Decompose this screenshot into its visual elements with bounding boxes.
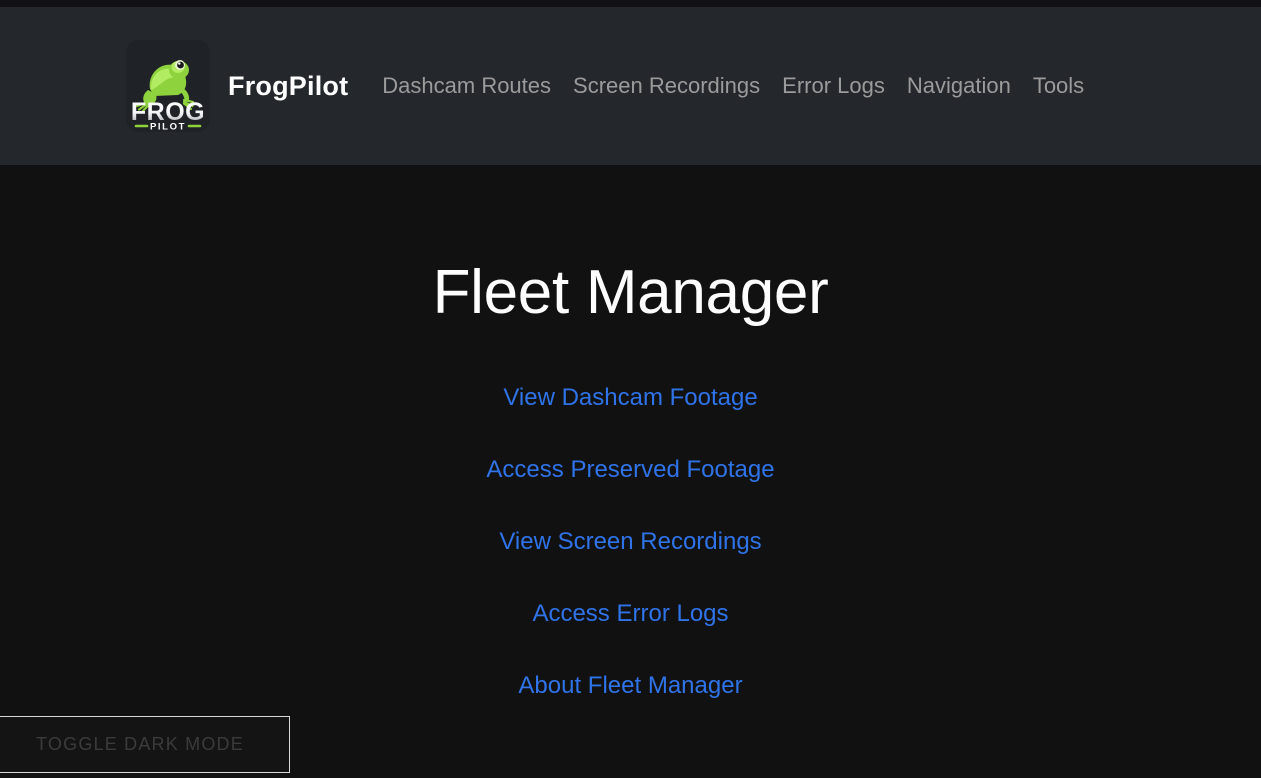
- site-header: FROG PILOT FrogPilot Dashcam Routes Scre…: [0, 7, 1261, 165]
- link-view-dashcam-footage[interactable]: View Dashcam Footage: [503, 386, 757, 410]
- page-title: Fleet Manager: [432, 258, 829, 327]
- window-top-strip: [0, 0, 1261, 7]
- main-link-list: View Dashcam Footage Access Preserved Fo…: [0, 386, 1261, 698]
- link-view-screen-recordings[interactable]: View Screen Recordings: [499, 530, 761, 554]
- link-access-preserved-footage[interactable]: Access Preserved Footage: [486, 458, 774, 482]
- brand-name: FrogPilot: [228, 70, 349, 101]
- link-access-error-logs[interactable]: Access Error Logs: [532, 602, 728, 626]
- link-about-fleet-manager[interactable]: About Fleet Manager: [518, 674, 742, 698]
- brand[interactable]: FROG PILOT FrogPilot: [126, 40, 348, 132]
- main-content: Fleet Manager View Dashcam Footage Acces…: [0, 165, 1261, 778]
- nav-link-navigation[interactable]: Navigation: [907, 75, 1011, 97]
- nav-link-error-logs[interactable]: Error Logs: [782, 75, 885, 97]
- svg-text:PILOT: PILOT: [150, 122, 186, 133]
- nav-link-tools[interactable]: Tools: [1033, 75, 1084, 97]
- nav-link-dashcam-routes[interactable]: Dashcam Routes: [382, 75, 551, 97]
- frogpilot-logo-icon: FROG PILOT: [126, 40, 210, 132]
- nav-link-screen-recordings[interactable]: Screen Recordings: [573, 75, 760, 97]
- toggle-dark-mode-button[interactable]: Toggle Dark Mode: [0, 716, 290, 773]
- primary-navigation: Dashcam Routes Screen Recordings Error L…: [382, 75, 1084, 97]
